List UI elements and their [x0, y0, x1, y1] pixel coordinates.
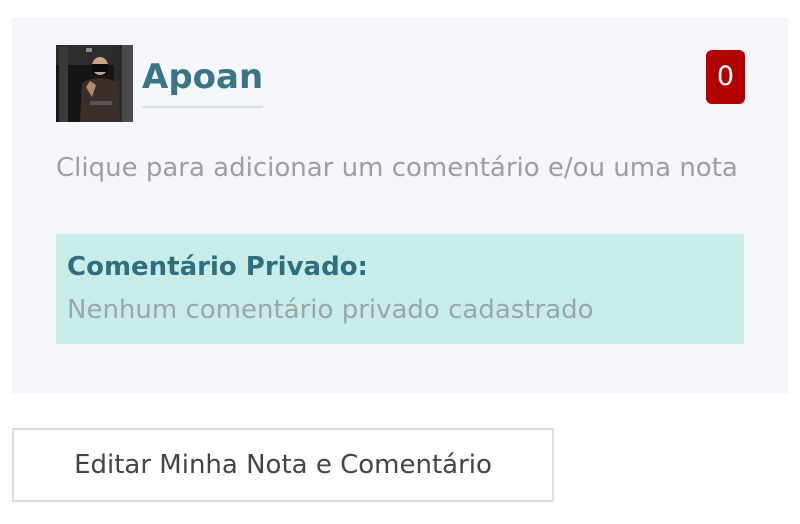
- user-name-link[interactable]: Apoan: [142, 54, 264, 108]
- grade-badge: 0: [706, 50, 745, 104]
- avatar-photo: [56, 45, 133, 122]
- avatar: [56, 45, 133, 122]
- private-comment-empty-text: Nenhum comentário privado cadastrado: [67, 295, 594, 325]
- private-comment-box: Comentário Privado: Nenhum comentário pr…: [56, 234, 744, 344]
- add-comment-prompt[interactable]: Clique para adicionar um comentário e/ou…: [56, 146, 756, 191]
- private-comment-title: Comentário Privado:: [67, 252, 368, 282]
- edit-rating-button[interactable]: Editar Minha Nota e Comentário: [12, 428, 554, 502]
- review-card: Apoan 0 Clique para adicionar um comentá…: [12, 18, 788, 394]
